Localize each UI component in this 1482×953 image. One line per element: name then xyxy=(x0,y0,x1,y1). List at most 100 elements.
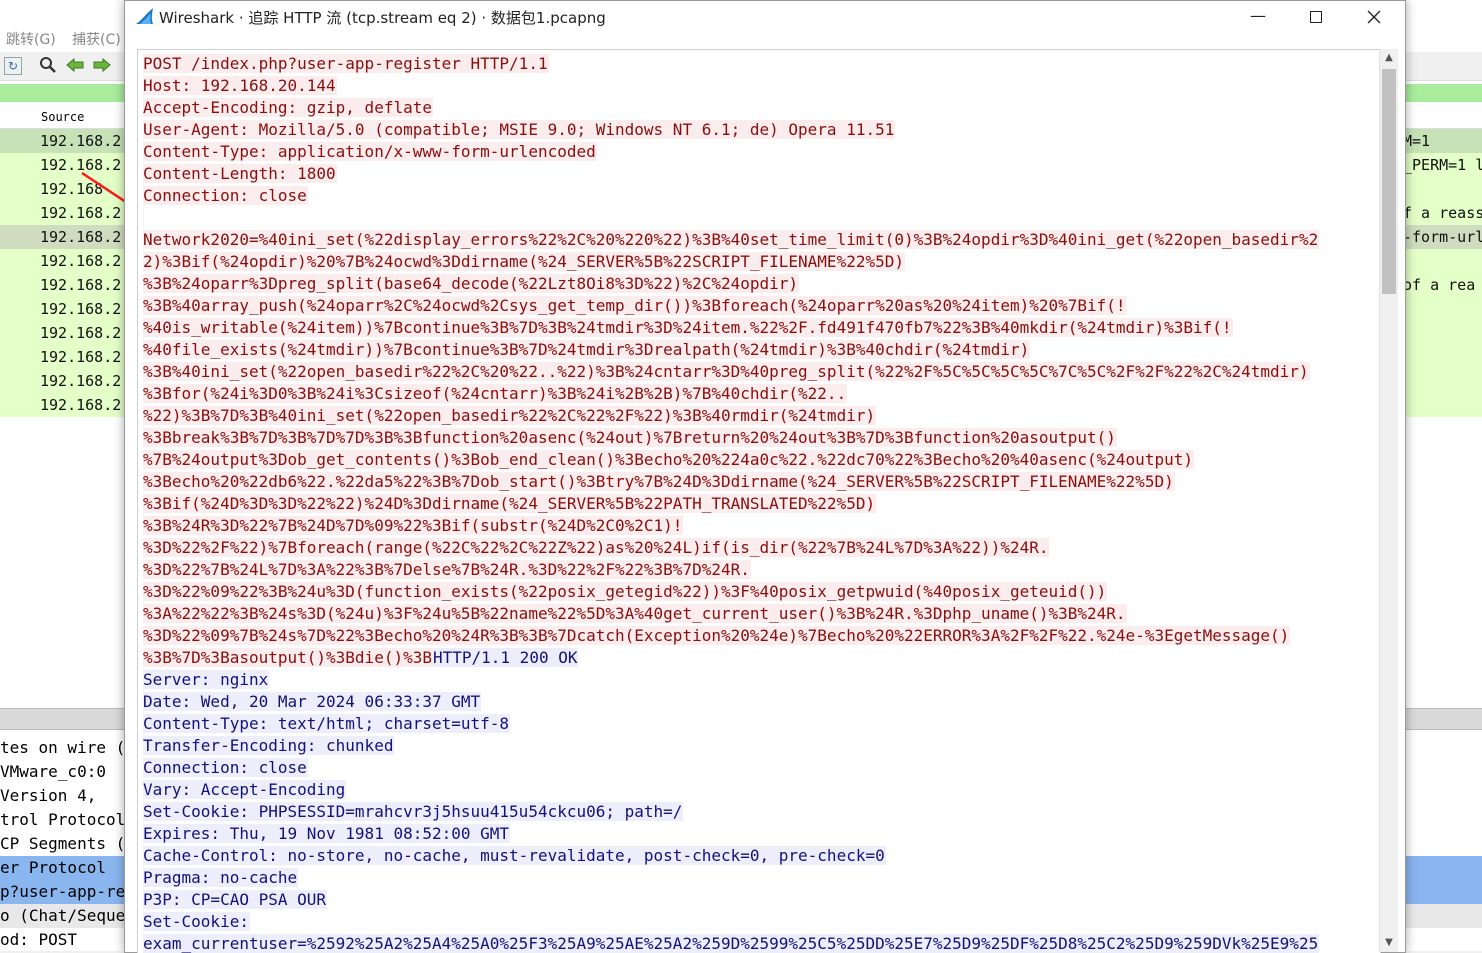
server-text: P3P: CP=CAO PSA OUR xyxy=(143,890,328,909)
packet-source: 192.168.2 xyxy=(40,132,122,150)
detail-text: CP Segments ( xyxy=(0,834,124,853)
stream-line: %40is_writable(%24item))%7Bcontinue%3B%7… xyxy=(143,317,1375,339)
back-arrow-icon[interactable] xyxy=(65,56,85,76)
stream-line: %3D%22%09%22%3B%24u%3D(function_exists(%… xyxy=(143,581,1375,603)
minimize-icon: — xyxy=(1250,6,1266,25)
stream-line: %3D%22%09%7B%24s%7D%22%3Becho%20%24R%3B%… xyxy=(143,625,1375,647)
client-text: Content-Length: 1800 xyxy=(143,164,337,183)
server-text: Connection: close xyxy=(143,758,308,777)
server-text: Transfer-Encoding: chunked xyxy=(143,736,395,755)
client-text: %3B%7D%3Basoutput()%3Bdie()%3B xyxy=(143,648,433,667)
client-text: Accept-Encoding: gzip, deflate xyxy=(143,98,433,117)
reload-icon[interactable]: ↻ xyxy=(4,57,22,75)
client-text: %3D%22%09%22%3B%24u%3D(function_exists(%… xyxy=(143,582,1108,601)
dialog-titlebar[interactable]: Wireshark · 追踪 HTTP 流 (tcp.stream eq 2) … xyxy=(125,1,1405,31)
search-icon[interactable] xyxy=(38,56,58,76)
stream-line: Date: Wed, 20 Mar 2024 06:33:37 GMT xyxy=(143,691,1375,713)
scroll-thumb[interactable] xyxy=(1382,69,1396,294)
stream-line: %3B%24oparr%3Dpreg_split(base64_decode(%… xyxy=(143,273,1375,295)
client-text: Connection: close xyxy=(143,186,308,205)
stream-line: Connection: close xyxy=(143,185,1375,207)
stream-line: 2)%3Bif(%24opdir)%20%7B%24ocwd%3Ddirname… xyxy=(143,251,1375,273)
server-text: Content-Type: text/html; charset=utf-8 xyxy=(143,714,511,733)
client-text: %3D%22%2F%22)%7Bforeach(range(%22C%22%2C… xyxy=(143,538,1050,557)
client-text: %3Bfor(%24i%3D0%3B%24i%3Csizeof(%24cntar… xyxy=(143,384,848,403)
packet-source: 192.168.2 xyxy=(40,276,122,294)
scroll-up-icon[interactable]: ▲ xyxy=(1380,49,1398,67)
menu-capture[interactable]: 捕获(C) xyxy=(72,29,121,49)
client-text: %3Bbreak%3B%7D%3B%7D%7D%3B%3Bfunction%20… xyxy=(143,428,1117,447)
client-text: POST /index.php?user-app-register HTTP/1… xyxy=(143,54,549,73)
stream-line: exam_currentuser=%2592%25A2%25A4%25A0%25… xyxy=(143,933,1375,953)
menu-go[interactable]: 跳转(G) xyxy=(6,29,56,49)
client-text: %40file_exists(%24tmdir))%7Bcontinue%3B%… xyxy=(143,340,1031,359)
detail-text: Version 4, xyxy=(0,786,97,805)
packet-source: 192.168.2 xyxy=(40,300,122,318)
client-text: %3D%22%09%7B%24s%7D%22%3Becho%20%24R%3B%… xyxy=(143,626,1291,645)
detail-text: tes on wire ( xyxy=(0,738,124,757)
stream-line: Expires: Thu, 19 Nov 1981 08:52:00 GMT xyxy=(143,823,1375,845)
server-text: Set-Cookie: PHPSESSID=mrahcvr3j5hsuu415u… xyxy=(143,802,684,821)
minimize-button[interactable]: — xyxy=(1235,1,1281,31)
stream-line: %3D%22%2F%22)%7Bforeach(range(%22C%22%2C… xyxy=(143,537,1375,559)
column-source[interactable]: Source xyxy=(41,110,84,124)
client-text: Content-Type: application/x-www-form-url… xyxy=(143,142,597,161)
packet-info: _PERM=1 l xyxy=(1403,156,1482,174)
client-text: %3Bif(%24D%3D%3D%22%22)%24D%3Ddirname(%2… xyxy=(143,494,877,513)
stream-line: %3Bbreak%3B%7D%3B%7D%7D%3B%3Bfunction%20… xyxy=(143,427,1375,449)
forward-arrow-icon[interactable] xyxy=(92,56,112,76)
stream-line: %3Bfor(%24i%3D0%3B%24i%3Csizeof(%24cntar… xyxy=(143,383,1375,405)
wireshark-fin-icon xyxy=(136,8,153,24)
packet-source: 192.168.2 xyxy=(40,228,122,246)
server-text: Set-Cookie: xyxy=(143,912,250,931)
maximize-button[interactable] xyxy=(1293,1,1339,31)
client-text: Host: 192.168.20.144 xyxy=(143,76,337,95)
packet-info: -form-url xyxy=(1403,228,1482,246)
stream-text[interactable]: POST /index.php?user-app-register HTTP/1… xyxy=(143,53,1375,953)
server-text: Expires: Thu, 19 Nov 1981 08:52:00 GMT xyxy=(143,824,511,843)
follow-stream-dialog: Wireshark · 追踪 HTTP 流 (tcp.stream eq 2) … xyxy=(124,0,1406,953)
client-text: %3B%24oparr%3Dpreg_split(base64_decode(%… xyxy=(143,274,800,293)
client-text: %3D%22%7B%24L%7D%3A%22%3B%7Delse%7B%24R.… xyxy=(143,560,751,579)
close-button[interactable] xyxy=(1351,1,1397,31)
detail-text: p?user-app-re xyxy=(0,882,124,901)
stream-line: Content-Type: text/html; charset=utf-8 xyxy=(143,713,1375,735)
stream-line: Set-Cookie: PHPSESSID=mrahcvr3j5hsuu415u… xyxy=(143,801,1375,823)
server-text: Vary: Accept-Encoding xyxy=(143,780,347,799)
close-icon xyxy=(1367,10,1381,23)
packet-source: 192.168.2 xyxy=(40,252,122,270)
stream-line: %40file_exists(%24tmdir))%7Bcontinue%3B%… xyxy=(143,339,1375,361)
stream-line: Network2020=%40ini_set(%22display_errors… xyxy=(143,229,1375,251)
server-text: Pragma: no-cache xyxy=(143,868,299,887)
client-text: User-Agent: Mozilla/5.0 (compatible; MSI… xyxy=(143,120,896,139)
client-text: %3B%40ini_set(%22open_basedir%22%2C%20%2… xyxy=(143,362,1310,381)
stream-line: %3D%22%7B%24L%7D%3A%22%3B%7Delse%7B%24R.… xyxy=(143,559,1375,581)
stream-line: Server: nginx xyxy=(143,669,1375,691)
server-text: exam_currentuser=%2592%25A2%25A4%25A0%25… xyxy=(143,934,1320,953)
stream-line: %22)%3B%7D%3B%40ini_set(%22open_basedir%… xyxy=(143,405,1375,427)
stream-line: %3B%24R%3D%22%7B%24D%7D%09%22%3Bif(subst… xyxy=(143,515,1375,537)
stream-line: %3B%40ini_set(%22open_basedir%22%2C%20%2… xyxy=(143,361,1375,383)
stream-line: Set-Cookie: xyxy=(143,911,1375,933)
client-text: %22)%3B%7D%3B%40ini_set(%22open_basedir%… xyxy=(143,406,877,425)
stream-line: Vary: Accept-Encoding xyxy=(143,779,1375,801)
detail-text: o (Chat/Seque xyxy=(0,906,124,925)
client-text: %3B%24R%3D%22%7B%24D%7D%09%22%3Bif(subst… xyxy=(143,516,684,535)
client-text: Network2020=%40ini_set(%22display_errors… xyxy=(143,230,1320,249)
client-text: 2)%3Bif(%24opdir)%20%7B%24ocwd%3Ddirname… xyxy=(143,252,905,271)
stream-content[interactable]: POST /index.php?user-app-register HTTP/1… xyxy=(137,49,1381,953)
client-text: %40is_writable(%24item))%7Bcontinue%3B%7… xyxy=(143,318,1233,337)
scroll-down-icon[interactable]: ▼ xyxy=(1380,934,1398,952)
packet-source: 192.168.2 xyxy=(40,372,122,390)
server-text: Date: Wed, 20 Mar 2024 06:33:37 GMT xyxy=(143,692,482,711)
stream-line: User-Agent: Mozilla/5.0 (compatible; MSI… xyxy=(143,119,1375,141)
packet-info: M=1 xyxy=(1403,132,1431,150)
vertical-scrollbar[interactable]: ▲ ▼ xyxy=(1379,49,1398,952)
packet-info: f a reass xyxy=(1403,204,1482,222)
packet-info: of a rea xyxy=(1403,276,1476,294)
packet-source: 192.168.2 xyxy=(40,324,122,342)
stream-line: %7B%24output%3Dob_get_contents()%3Bob_en… xyxy=(143,449,1375,471)
stream-line: %3Becho%20%22db6%22.%22da5%22%3B%7Dob_st… xyxy=(143,471,1375,493)
detail-text: trol Protocol xyxy=(0,810,124,829)
stream-line: Host: 192.168.20.144 xyxy=(143,75,1375,97)
